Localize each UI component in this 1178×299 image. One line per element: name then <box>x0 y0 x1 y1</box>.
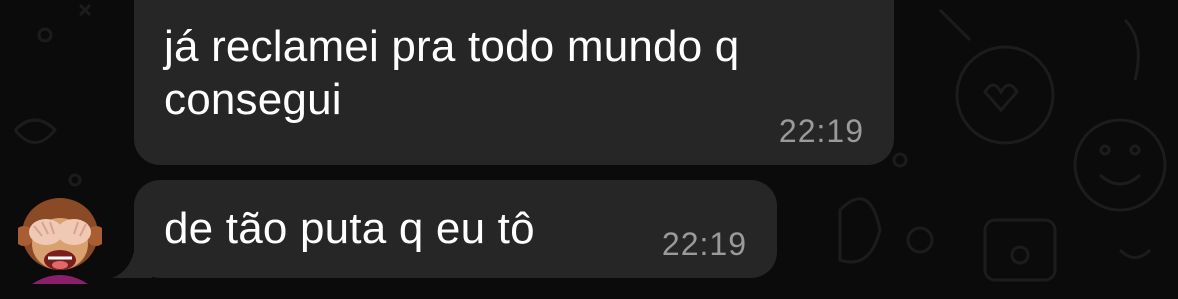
message-text: já reclamei pra todo mundo q consegui <box>164 22 740 124</box>
message-timestamp: 22:19 <box>778 113 864 149</box>
message-timestamp: 22:19 <box>661 226 747 262</box>
message-text: de tão puta q eu tô <box>164 204 535 253</box>
see-no-evil-monkey-memoji-icon[interactable] <box>18 192 102 284</box>
message-bubble[interactable]: já reclamei pra todo mundo q consegui 22… <box>134 0 894 165</box>
message-bubble[interactable]: de tão puta q eu tô 22:19 <box>134 180 777 278</box>
